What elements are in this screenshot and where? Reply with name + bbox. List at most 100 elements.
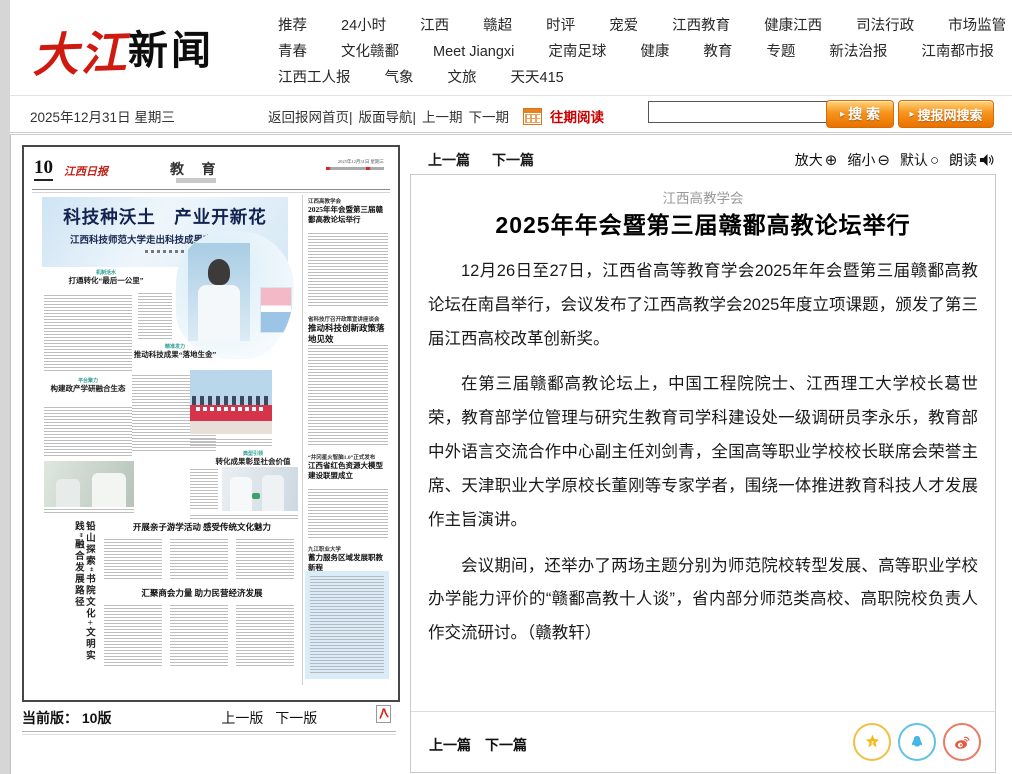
- text-lines: [44, 407, 132, 457]
- nav-link[interactable]: 市场监管: [948, 13, 1006, 39]
- zoom-in-icon: ⊕: [825, 153, 838, 168]
- weibo-icon: [953, 734, 971, 751]
- right-article-kicker: 省科技厅召开政策宣讲座谈会: [308, 315, 388, 323]
- search-button[interactable]: ▸ 搜 索: [826, 100, 894, 128]
- photo-researcher-woman: [188, 243, 250, 341]
- nav-link[interactable]: 推荐: [278, 13, 307, 39]
- paper-subsection-2[interactable]: 精准发力 推动科技成果“落地生金”: [130, 343, 220, 359]
- nav-link[interactable]: 文旅: [448, 65, 477, 91]
- edition-date: 2025年12月31日 星期三: [30, 106, 175, 126]
- nav-link[interactable]: 新法治报: [829, 39, 887, 65]
- paper-subsection-4[interactable]: 典型引领 转化成果彰显社会价值: [208, 450, 298, 466]
- nav-link[interactable]: 赣超: [483, 13, 512, 39]
- pager-rule: [22, 734, 396, 735]
- nav-link[interactable]: Meet Jiangxi: [433, 39, 514, 65]
- nav-link[interactable]: 定南足球: [548, 39, 606, 65]
- vertical-headline[interactable]: 铅山探索“书院文化+文明实践”融合发展路径: [72, 521, 94, 683]
- share-qq-button[interactable]: [898, 723, 936, 761]
- subsection-label: 精准发力: [130, 343, 220, 350]
- next-issue-link[interactable]: 下一期: [469, 106, 510, 126]
- nav-link[interactable]: 天天415: [511, 65, 564, 91]
- text-lines: [308, 489, 388, 539]
- column-rule: [302, 195, 303, 685]
- text-lines: [170, 539, 228, 581]
- right-article-kicker: “井冈星火智脑1.0”正式发布: [308, 453, 388, 461]
- subsection-title: 打通转化“最后一公里”: [54, 276, 158, 285]
- pdf-icon[interactable]: [376, 705, 391, 726]
- past-issues-link[interactable]: 往期阅读: [550, 106, 604, 126]
- newspaper-page-thumbnail[interactable]: 10 江西日报 教 育 2025年12月31日 星期三 科技种沃土 产业开新花 …: [22, 145, 400, 702]
- current-page-value: 10版: [82, 710, 112, 726]
- nav-link[interactable]: 教育: [703, 39, 732, 65]
- nav-link[interactable]: 江西工人报: [278, 65, 351, 91]
- default-size-control[interactable]: 默认 ○: [900, 150, 939, 170]
- share-qzone-button[interactable]: z: [853, 723, 891, 761]
- prev-page-link[interactable]: 上一版: [221, 710, 263, 726]
- text-lines: [310, 576, 384, 674]
- read-aloud-control[interactable]: 朗读: [949, 150, 994, 170]
- prev-article-link-top[interactable]: 上一篇: [428, 150, 470, 170]
- nav-link[interactable]: 健康: [640, 39, 669, 65]
- article-title: 2025年年会暨第三届赣鄱高教论坛举行: [411, 206, 995, 240]
- right-article-title: 2025年年会暨第三届赣鄱高教论坛举行: [308, 205, 388, 225]
- nav-link[interactable]: 青春: [278, 39, 307, 65]
- subsection-title: 构建政产学研融合生态: [44, 384, 132, 393]
- paper-rule: [32, 192, 390, 193]
- article-paragraph: 会议期间，还举办了两场主题分别为师范院校转型发展、高等职业学校办学能力评价的“赣…: [428, 550, 978, 651]
- mid-headline-travel[interactable]: 开展亲子游学活动 感受传统文化魅力: [104, 521, 300, 533]
- nav-link[interactable]: 24小时: [341, 13, 386, 39]
- zoom-out-icon: ⊖: [877, 153, 890, 168]
- calendar-icon[interactable]: [523, 108, 542, 125]
- share-weibo-button[interactable]: [943, 723, 981, 761]
- nav-link[interactable]: 司法行政: [856, 13, 914, 39]
- nav-link[interactable]: 宠爱: [609, 13, 638, 39]
- prev-issue-link[interactable]: 上一期: [422, 106, 463, 126]
- text-lines: [104, 605, 162, 667]
- next-article-link-top[interactable]: 下一篇: [492, 150, 534, 170]
- paper-date: 2025年12月31日 星期三: [338, 159, 384, 165]
- paper-rule: [32, 189, 390, 190]
- paper-subsection-3[interactable]: 平台聚力 构建政产学研融合生态: [44, 377, 132, 393]
- right-article-kicker: 九江职业大学: [308, 545, 388, 553]
- text-lines: [236, 605, 294, 667]
- text-lines: [308, 233, 388, 307]
- search-arrow-icon: ▸: [909, 109, 914, 120]
- right-article-1[interactable]: 江西高教学会 2025年年会暨第三届赣鄱高教论坛举行: [308, 197, 388, 225]
- right-article-title: 蓄力服务区域发展职教新程: [308, 553, 388, 573]
- right-article-2[interactable]: 省科技厅召开政策宣讲座谈会 推动科技创新政策落地见效: [308, 315, 388, 345]
- nav-link[interactable]: 文化赣鄱: [341, 39, 399, 65]
- text-lines: [138, 293, 172, 339]
- zoom-in-control[interactable]: 放大 ⊕: [795, 150, 838, 170]
- subsection-label: 典型引领: [208, 450, 298, 457]
- back-home-link[interactable]: 返回报网首页|: [268, 106, 353, 126]
- zoom-out-control[interactable]: 缩小 ⊖: [847, 150, 890, 170]
- text-lines: [190, 469, 218, 511]
- paper-subsection-1[interactable]: 机制活水 打通转化“最后一公里”: [54, 269, 158, 285]
- mid-headline-chamber[interactable]: 汇聚商会力量 助力民营经济发展: [104, 587, 300, 599]
- paper-section-tag: [176, 178, 216, 183]
- photo-caption-lines: [44, 509, 134, 513]
- search-input[interactable]: [648, 101, 828, 123]
- nav-link[interactable]: 专题: [766, 39, 795, 65]
- article-panel: 江西高教学会 2025年年会暨第三届赣鄱高教论坛举行 12月26日至27日，江西…: [410, 174, 996, 773]
- speaker-icon: [979, 153, 994, 167]
- qzone-star-icon: z: [864, 734, 881, 750]
- nav-link[interactable]: 健康江西: [764, 13, 822, 39]
- text-lines: [44, 295, 132, 373]
- right-article-3[interactable]: “井冈星火智脑1.0”正式发布 江西省红色资源大模型建设联盟成立: [308, 453, 388, 481]
- nav-link[interactable]: 气象: [385, 65, 414, 91]
- nav-link[interactable]: 时评: [546, 13, 575, 39]
- next-article-link-bottom[interactable]: 下一篇: [485, 735, 527, 755]
- nav-link[interactable]: 江西: [420, 13, 449, 39]
- right-article-4[interactable]: 九江职业大学 蓄力服务区域发展职教新程: [308, 545, 388, 573]
- page-nav-link[interactable]: 版面导航|: [359, 106, 417, 126]
- nav-link[interactable]: 江西教育: [672, 13, 730, 39]
- prev-article-link-bottom[interactable]: 上一篇: [429, 735, 471, 755]
- site-logo[interactable]: 大江新闻: [32, 18, 214, 84]
- site-search-button[interactable]: ▸ 搜报网搜索: [898, 100, 994, 128]
- photo-product-boxes: [260, 287, 292, 333]
- search-arrow-icon: ▸: [840, 109, 845, 120]
- nav-link[interactable]: 江南都市报: [921, 39, 994, 65]
- logo-red-text: 大江: [31, 16, 129, 85]
- next-page-link[interactable]: 下一版: [275, 710, 317, 726]
